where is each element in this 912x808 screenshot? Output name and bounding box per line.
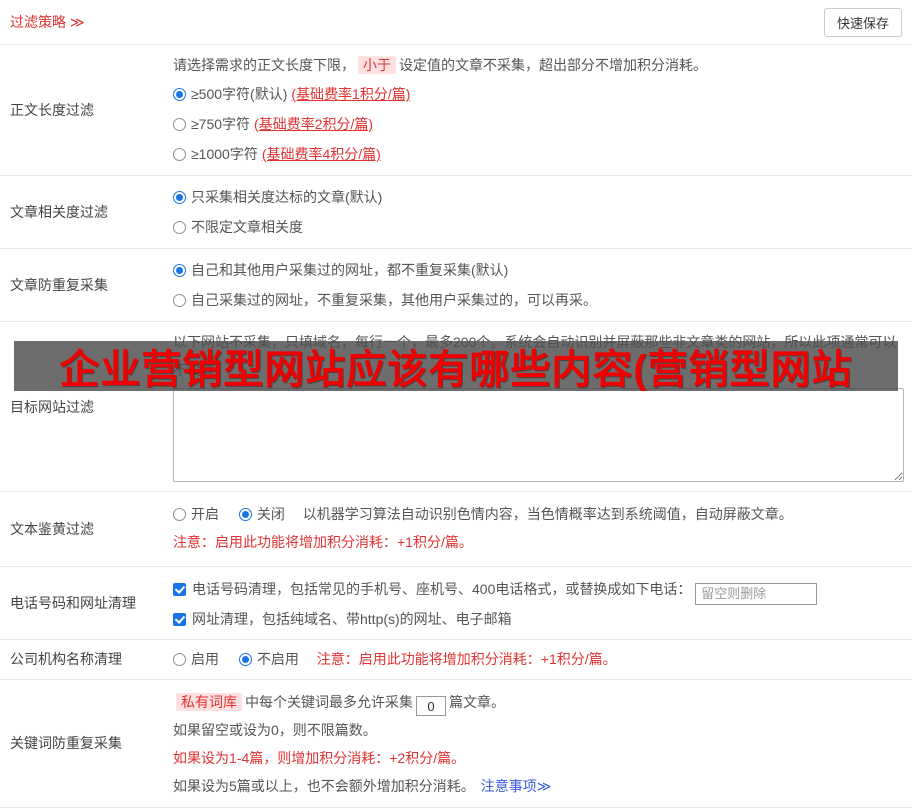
section-relevance: 文章相关度过滤 只采集相关度达标的文章(默认) 不限定文章相关度: [0, 176, 912, 249]
rate-note: (基础费率4积分/篇): [261, 146, 381, 162]
radio-icon[interactable]: [173, 148, 186, 161]
section-label: 文章相关度过滤: [10, 204, 108, 220]
radio-icon[interactable]: [173, 264, 186, 277]
radio-company-clean-off[interactable]: 不启用: [238, 651, 299, 667]
radio-icon[interactable]: [238, 652, 252, 666]
section-label: 关键词防重复采集: [10, 735, 122, 751]
rate-note: (基础费率2积分/篇): [254, 116, 374, 132]
keyword-rule-5plus: 如果设为5篇或以上，也不会额外增加积分消耗。: [173, 778, 475, 794]
checkbox-icon[interactable]: [173, 583, 186, 596]
radio-option-1000[interactable]: ≥1000字符 (基础费率4积分/篇): [173, 139, 904, 169]
radio-option-500[interactable]: ≥500字符(默认) (基础费率1积分/篇): [173, 79, 904, 109]
checkbox-phone-clean[interactable]: 电话号码清理，包括常见的手机号、座机号、400电话格式，或替换成如下电话：: [173, 581, 691, 597]
radio-icon[interactable]: [173, 652, 186, 666]
radio-icon[interactable]: [173, 191, 186, 204]
blocked-sites-textarea[interactable]: [173, 388, 904, 482]
overlay-banner-text: 企业营销型网站应该有哪些内容(营销型网站: [59, 348, 853, 391]
radio-icon[interactable]: [173, 88, 186, 101]
overlay-banner: 企业营销型网站应该有哪些内容(营销型网站: [14, 341, 898, 391]
section-label: 公司机构名称清理: [10, 651, 122, 667]
radio-option-750[interactable]: ≥750字符 (基础费率2积分/篇): [173, 109, 904, 139]
radio-porn-on[interactable]: 开启: [173, 506, 219, 522]
radio-porn-off[interactable]: 关闭: [238, 506, 285, 522]
quick-save-button[interactable]: 快速保存: [823, 7, 902, 37]
topbar: 过滤策略 ≫ 快速保存: [0, 0, 912, 45]
replacement-phone-input[interactable]: [695, 582, 818, 605]
section-dedupe-url: 文章防重复采集 自己和其他用户采集过的网址，都不重复采集(默认) 自己采集过的网…: [0, 249, 912, 322]
content-length-intro: 请选择需求的正文长度下限， 小于 设定值的文章不采集，超出部分不增加积分消耗。: [173, 56, 707, 74]
checkbox-url-clean[interactable]: 网址清理，包括纯域名、带http(s)的网址、电子邮箱: [173, 611, 512, 627]
radio-icon[interactable]: [173, 221, 186, 234]
radio-relevance-strict[interactable]: 只采集相关度达标的文章(默认): [173, 182, 904, 212]
section-company-clean: 公司机构名称清理 启用 不启用 注意：启用此功能将增加积分消耗：+1积分/篇。: [0, 640, 912, 680]
private-thesaurus-highlight: 私有词库: [176, 692, 242, 711]
section-content-length: 正文长度过滤 请选择需求的正文长度下限， 小于 设定值的文章不采集，超出部分不增加积…: [0, 45, 912, 176]
radio-icon[interactable]: [173, 508, 186, 521]
keyword-rule-empty: 如果留空或设为0，则不限篇数。: [173, 722, 377, 738]
section-label: 电话号码和网址清理: [10, 594, 136, 611]
max-articles-input[interactable]: [416, 696, 446, 716]
porn-filter-warning: 注意：启用此功能将增加积分消耗：+1积分/篇。: [173, 534, 473, 550]
page-title[interactable]: 过滤策略 ≫: [10, 12, 85, 32]
rate-note: (基础费率1积分/篇): [291, 86, 411, 102]
radio-company-clean-on[interactable]: 启用: [173, 651, 219, 667]
radio-dedupe-self-only[interactable]: 自己采集过的网址，不重复采集，其他用户采集过的，可以再采。: [173, 285, 904, 315]
radio-icon[interactable]: [173, 118, 186, 131]
notes-link[interactable]: 注意事项≫: [481, 778, 552, 794]
porn-filter-desc: 以机器学习算法自动识别色情内容，当色情概率达到系统阈值，自动屏蔽文章。: [302, 506, 793, 522]
radio-icon[interactable]: [173, 294, 186, 307]
checkbox-icon[interactable]: [173, 612, 186, 626]
radio-relevance-any[interactable]: 不限定文章相关度: [173, 212, 904, 242]
section-label: 文本鉴黄过滤: [10, 521, 94, 537]
radio-icon[interactable]: [238, 508, 252, 521]
section-keyword-dedupe: 关键词防重复采集 私有词库中每个关键词最多允许采集篇文章。 如果留空或设为0，则…: [0, 680, 912, 808]
less-than-highlight: 小于: [358, 56, 396, 74]
section-label: 正文长度过滤: [10, 102, 94, 118]
section-phone-url-clean: 电话号码和网址清理 电话号码清理，包括常见的手机号、座机号、400电话格式，或替…: [0, 567, 912, 640]
radio-dedupe-all-users[interactable]: 自己和其他用户采集过的网址，都不重复采集(默认): [173, 255, 904, 285]
company-clean-warning: 注意：启用此功能将增加积分消耗：+1积分/篇。: [316, 650, 617, 667]
section-porn-filter: 文本鉴黄过滤 开启 关闭 以机器学习算法自动识别色情内容，当色情概率达到系统阈值…: [0, 492, 912, 567]
section-label: 文章防重复采集: [10, 277, 108, 293]
